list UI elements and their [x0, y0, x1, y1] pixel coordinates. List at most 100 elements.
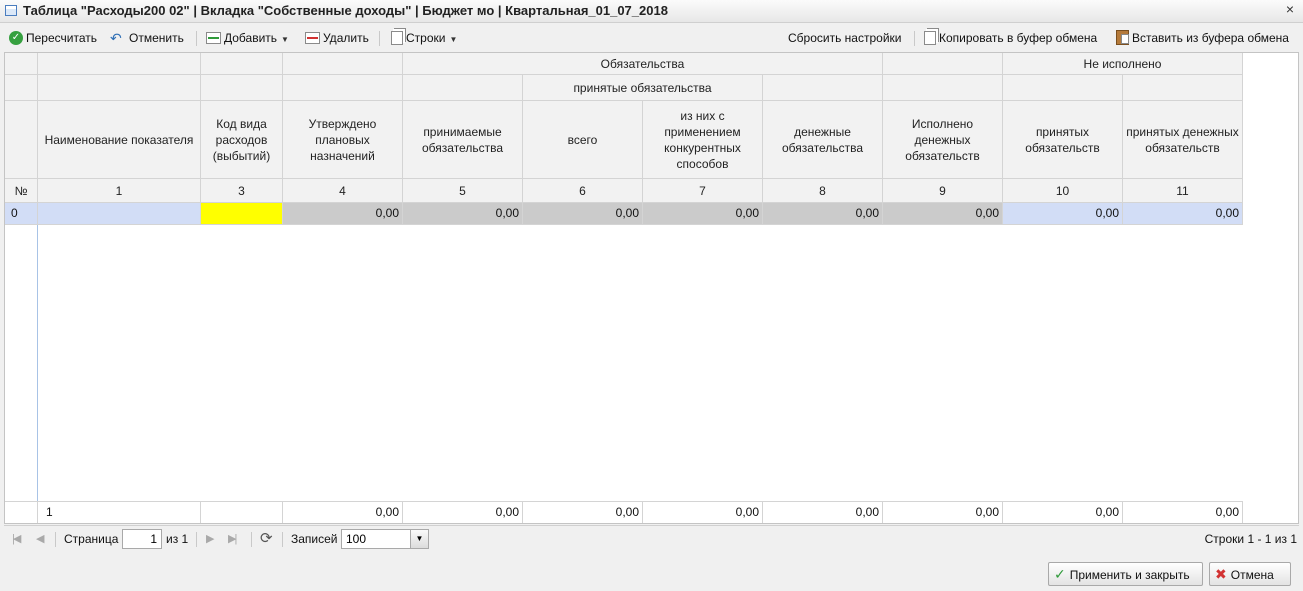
pagination-bar: |◀ ◀ Страница из 1 ▶ ▶| ⟳ Записей 100 ▼ … — [4, 525, 1299, 552]
column-number: 10 — [1003, 179, 1123, 203]
footer-total: 0,00 — [883, 501, 1003, 523]
reset-settings-button[interactable]: Сбросить настройки — [788, 27, 901, 49]
value-cell[interactable]: 0,00 — [1123, 203, 1243, 225]
rows-menu-button[interactable]: Строки ▼ — [391, 27, 457, 49]
column-number: 6 — [523, 179, 643, 203]
refresh-icon[interactable]: ⟳ — [260, 526, 273, 552]
toolbar: ✓ Пересчитать ↶ Отменить Добавить ▼ Удалить… — [0, 27, 1303, 50]
copy-icon — [924, 30, 936, 45]
column-number: 1 — [38, 179, 201, 203]
name-cell[interactable] — [38, 203, 201, 225]
column-header[interactable]: всего — [523, 101, 643, 179]
header-blank — [1123, 75, 1243, 101]
check-circle-icon: ✓ — [9, 30, 23, 45]
page-number-input[interactable] — [122, 529, 162, 549]
footer-total: 0,00 — [283, 501, 403, 523]
column-number: 4 — [283, 179, 403, 203]
chevron-down-icon: ▼ — [449, 35, 458, 44]
header-group-accepted: принятые обязательства — [523, 75, 763, 101]
column-header[interactable]: принятых денежных обязательств — [1123, 101, 1243, 179]
copy-clipboard-button[interactable]: Копировать в буфер обмена — [924, 27, 1097, 49]
last-page-icon[interactable]: ▶| — [228, 526, 237, 552]
delete-row-icon — [305, 31, 320, 44]
data-grid: Обязательства Не исполнено принятые обяз… — [4, 52, 1299, 524]
rows-icon — [391, 30, 403, 45]
header-blank — [201, 53, 283, 75]
column-number: 7 — [643, 179, 763, 203]
column-header[interactable]: Код вида расходов (выбытий) — [201, 101, 283, 179]
cross-icon: ✖ — [1215, 566, 1227, 582]
header-blank — [5, 75, 38, 101]
apply-close-button[interactable]: ✓ Применить и закрыть — [1048, 562, 1203, 586]
dialog-window: Таблица "Расходы200 02" | Вкладка "Собст… — [0, 0, 1303, 591]
chevron-down-icon: ▼ — [281, 35, 289, 44]
footer-blank — [201, 501, 283, 523]
value-cell[interactable]: 0,00 — [403, 203, 523, 225]
pager-separator — [282, 532, 283, 547]
paste-icon — [1116, 30, 1129, 46]
records-per-page-value: 100 — [346, 532, 367, 546]
column-header[interactable]: Наименование показателя — [38, 101, 201, 179]
header-group-obligations: Обязательства — [403, 53, 883, 75]
undo-icon: ↶ — [110, 29, 122, 46]
cancel-button[interactable]: ✖ Отмена — [1209, 562, 1291, 586]
header-blank — [883, 53, 1003, 75]
column-header[interactable]: Утверждено плановых назначений — [283, 101, 403, 179]
paste-clipboard-button[interactable]: Вставить из буфера обмена — [1116, 27, 1289, 49]
add-label: Добавить — [224, 31, 278, 45]
footer-total: 0,00 — [1003, 501, 1123, 523]
rows-label: Строки — [406, 31, 446, 45]
row-number: 0 — [5, 203, 38, 225]
undo-label: Отменить — [129, 31, 184, 45]
records-per-page-select[interactable]: 100 ▼ — [341, 529, 429, 549]
prev-page-icon[interactable]: ◀ — [36, 526, 45, 552]
value-cell[interactable]: 0,00 — [523, 203, 643, 225]
footer-total: 0,00 — [403, 501, 523, 523]
column-header[interactable]: денежные обязательства — [763, 101, 883, 179]
code-cell[interactable] — [201, 203, 283, 225]
column-number: 9 — [883, 179, 1003, 203]
value-cell[interactable]: 0,00 — [883, 203, 1003, 225]
first-page-icon[interactable]: |◀ — [12, 526, 21, 552]
apply-close-label: Применить и закрыть — [1069, 568, 1190, 582]
cancel-label: Отмена — [1230, 568, 1274, 582]
header-blank — [5, 53, 38, 75]
row-number-divider — [37, 225, 38, 501]
toolbar-separator — [379, 31, 380, 46]
recalc-button[interactable]: ✓ Пересчитать — [9, 27, 97, 49]
header-group-not-executed: Не исполнено — [1003, 53, 1243, 75]
pager-separator — [251, 532, 252, 547]
header-blank — [763, 75, 883, 101]
column-number: 8 — [763, 179, 883, 203]
header-blank — [283, 75, 403, 101]
header-blank — [5, 101, 38, 179]
header-blank — [403, 75, 523, 101]
header-blank — [283, 53, 403, 75]
column-header[interactable]: принимаемые обязательства — [403, 101, 523, 179]
next-page-icon[interactable]: ▶ — [206, 526, 215, 552]
recalc-label: Пересчитать — [26, 31, 97, 45]
delete-button[interactable]: Удалить — [305, 27, 369, 49]
header-blank — [1003, 75, 1123, 101]
pager-separator — [55, 532, 56, 547]
chevron-down-icon[interactable]: ▼ — [410, 530, 428, 548]
close-icon[interactable]: × — [1283, 2, 1297, 17]
value-cell[interactable]: 0,00 — [763, 203, 883, 225]
value-cell[interactable]: 0,00 — [1003, 203, 1123, 225]
column-header[interactable]: Исполнено денежных обязательств — [883, 101, 1003, 179]
undo-button[interactable]: ↶ Отменить — [110, 27, 184, 49]
value-cell[interactable]: 0,00 — [643, 203, 763, 225]
value-cell[interactable]: 0,00 — [283, 203, 403, 225]
paste-clipboard-label: Вставить из буфера обмена — [1132, 31, 1289, 45]
copy-clipboard-label: Копировать в буфер обмена — [939, 31, 1098, 45]
footer-total: 0,00 — [1123, 501, 1243, 523]
column-header[interactable]: из них с применением конкурентных способ… — [643, 101, 763, 179]
footer-count: 1 — [38, 501, 201, 523]
reset-settings-label: Сбросить настройки — [788, 31, 902, 45]
toolbar-separator — [914, 31, 915, 46]
column-header[interactable]: принятых обязательств — [1003, 101, 1123, 179]
add-button[interactable]: Добавить ▼ — [206, 27, 289, 49]
footer-total: 0,00 — [763, 501, 883, 523]
header-blank — [38, 75, 201, 101]
delete-label: Удалить — [323, 31, 369, 45]
